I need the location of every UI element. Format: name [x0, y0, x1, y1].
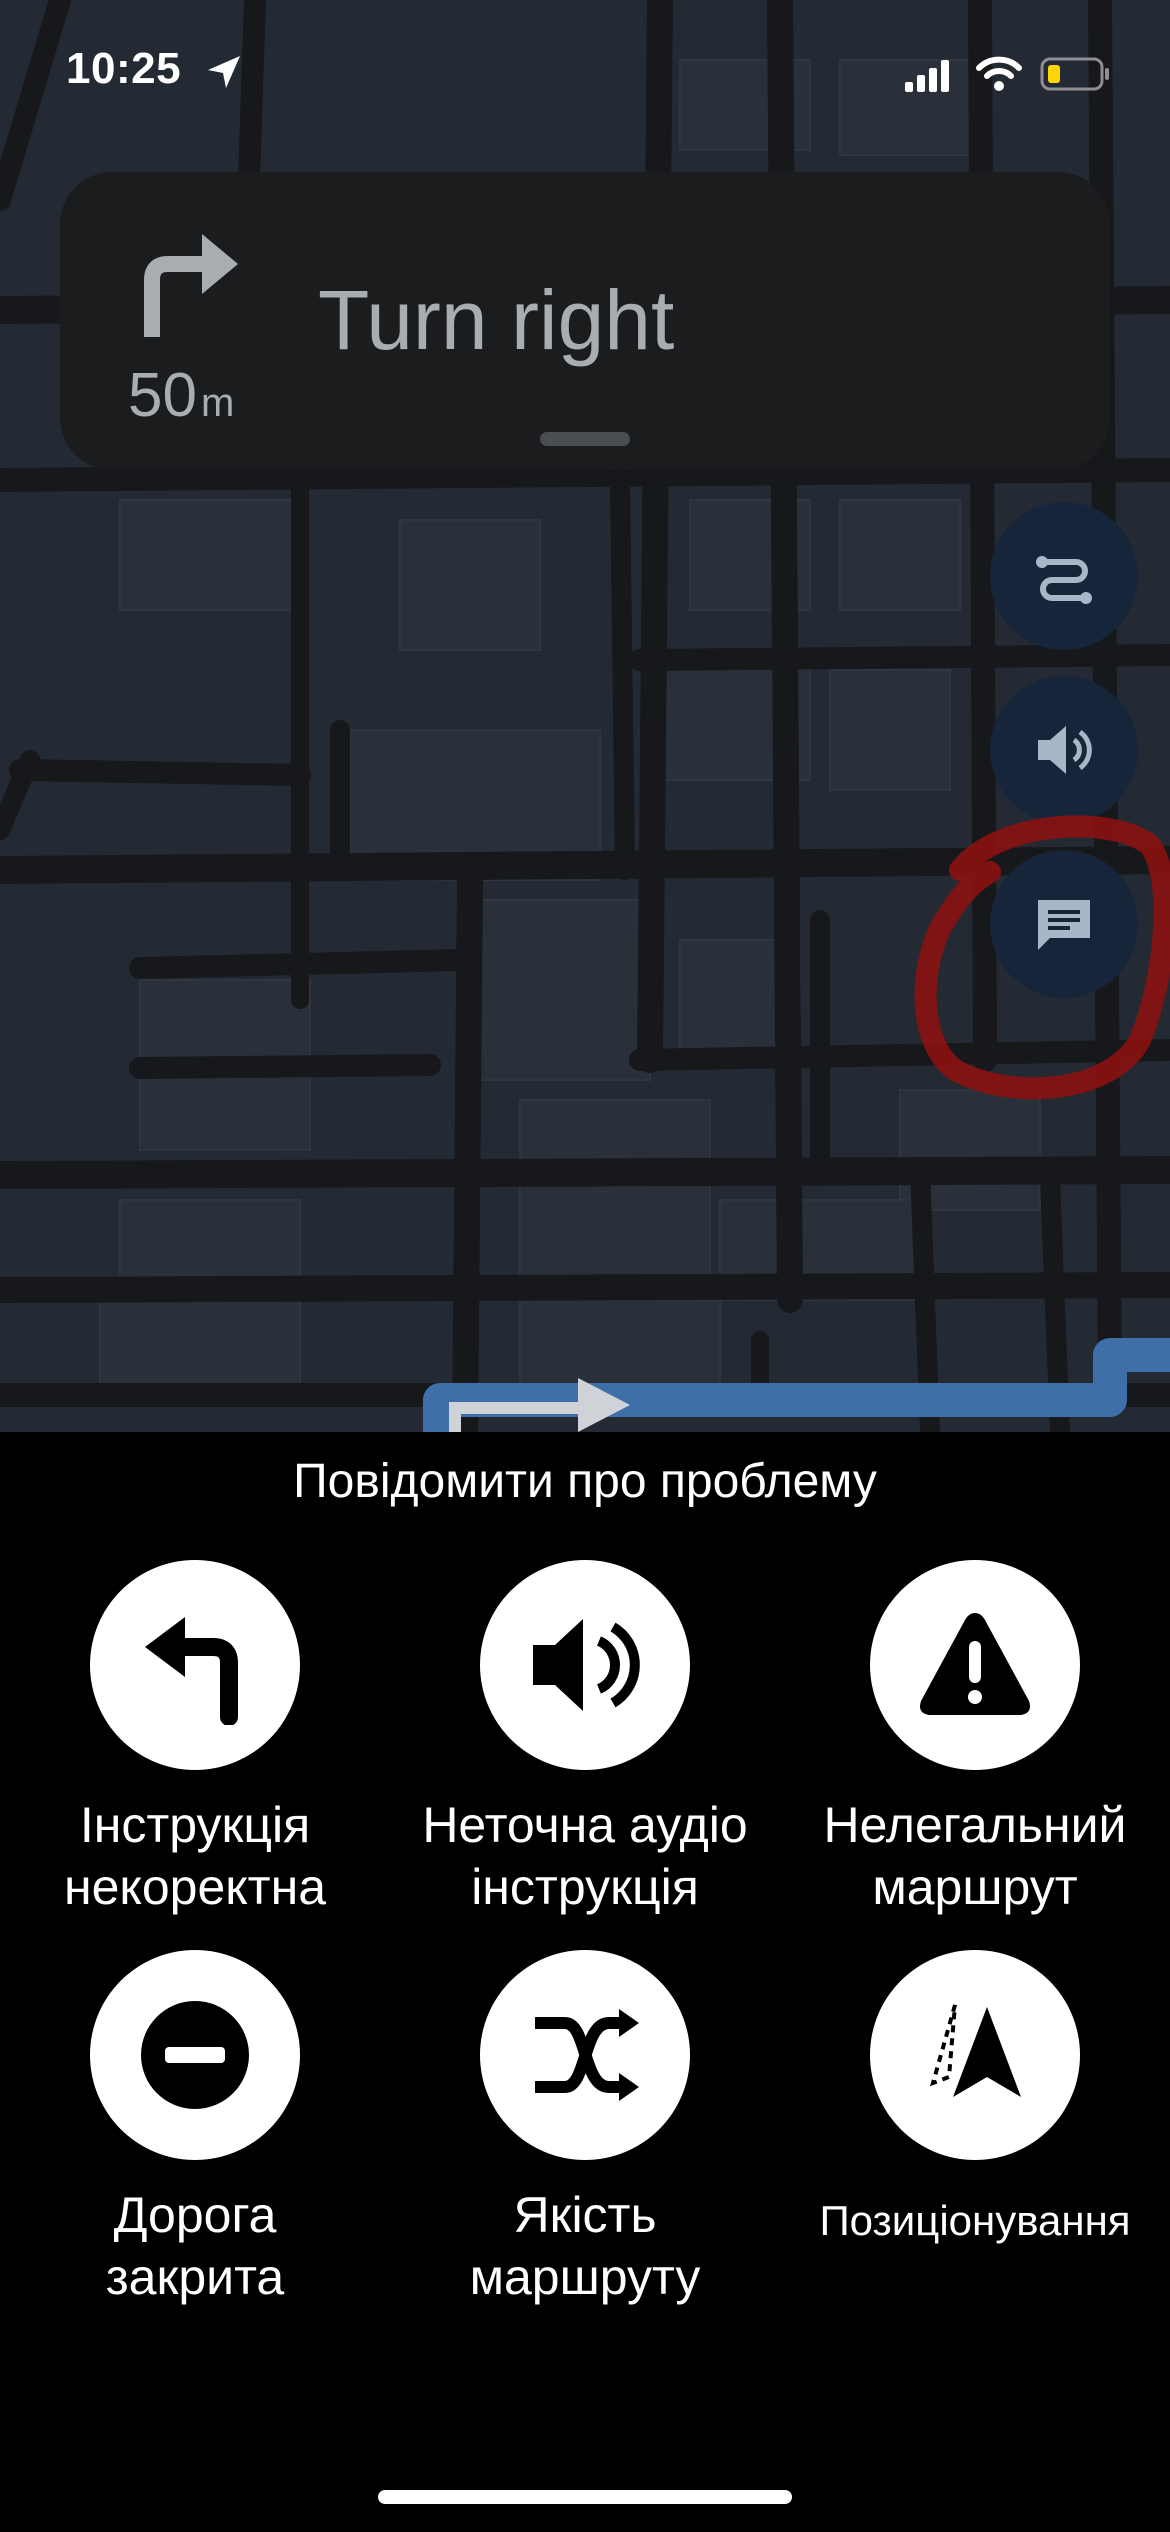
maneuver-card[interactable]: 50 m Turn right	[60, 172, 1110, 470]
option-route-quality[interactable]: Якість маршруту	[390, 1950, 780, 2308]
wifi-icon	[976, 56, 1022, 91]
option-icon-circle[interactable]	[870, 1950, 1080, 2160]
option-icon-circle[interactable]	[90, 1950, 300, 2160]
battery-low-icon	[1040, 57, 1109, 91]
position-arrow-icon	[930, 2004, 1021, 2097]
distance-readout: 50 m	[128, 360, 234, 431]
option-positioning[interactable]: Позиціонування	[780, 1950, 1170, 2252]
no-entry-icon	[141, 2001, 249, 2109]
option-inaccurate-audio[interactable]: Неточна аудіо інструкція	[390, 1560, 780, 1918]
speaker-icon	[533, 1619, 640, 1711]
option-icon-circle[interactable]	[90, 1560, 300, 1770]
option-icon-circle[interactable]	[480, 1950, 690, 2160]
turn-left-arrow-icon	[145, 1617, 238, 1725]
report-problem-button[interactable]	[990, 850, 1138, 998]
option-icon-circle[interactable]	[480, 1560, 690, 1770]
option-label: Інструкція некоректна	[63, 1797, 327, 1915]
option-label: Нелегальний маршрут	[823, 1797, 1127, 1915]
sound-icon	[1038, 726, 1092, 774]
option-instruction-incorrect[interactable]: Інструкція некоректна	[0, 1560, 390, 1918]
status-bar: 10:25	[0, 0, 1170, 150]
instruction-text: Turn right	[318, 273, 675, 367]
sheet-title: Повідомити про проблему	[293, 1455, 877, 1508]
turn-right-arrow-icon	[144, 234, 238, 337]
option-icon-circle[interactable]	[870, 1560, 1080, 1770]
shuffle-route-icon	[535, 2009, 639, 2101]
home-indicator[interactable]	[378, 2490, 792, 2504]
option-label: Позиціонування	[819, 2197, 1131, 2244]
distance-value: 50	[128, 361, 197, 430]
option-road-closed[interactable]: Дорога закрита	[0, 1950, 390, 2308]
report-problem-sheet: Повідомити про проблему Інструкція некор…	[0, 1432, 1170, 2532]
option-illegal-route[interactable]: Нелегальний маршрут	[780, 1560, 1170, 1918]
status-time: 10:25	[66, 44, 182, 93]
card-drag-handle[interactable]	[540, 432, 630, 446]
distance-unit: m	[200, 381, 235, 425]
sound-button[interactable]	[990, 676, 1138, 824]
cellular-signal-icon	[905, 60, 949, 92]
report-chat-icon	[1038, 900, 1090, 950]
option-label: Якість маршруту	[469, 2187, 701, 2305]
option-label: Неточна аудіо інструкція	[422, 1797, 748, 1915]
warning-icon	[920, 1613, 1030, 1715]
location-arrow-icon	[208, 56, 240, 88]
route-options-button[interactable]	[990, 502, 1138, 650]
option-label: Дорога закрита	[105, 2187, 285, 2305]
route-options-icon	[1036, 556, 1092, 604]
